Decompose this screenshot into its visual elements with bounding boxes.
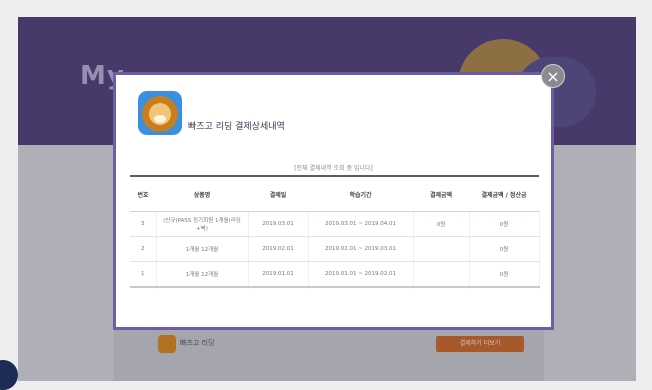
column-header: 번호 [130,175,156,212]
table-row: 1 1개월 12개월 2019.01.01 2019.01.01 ~ 2019.… [130,261,540,288]
table-cell: 1개월 12개월 [156,236,249,262]
table-cell: 1 [130,261,157,288]
table-cell: 2019.03.01 [248,211,309,237]
lion-app-icon [138,91,182,135]
table-header-row: 번호 상품명 결제일 학습기간 결제금액 결제금액 / 정산금 [130,175,539,212]
table-cell: 2019.03.01 ~ 2019.04.01 [308,211,414,237]
period-filter: [전체 결제내역 조회 중 입니다] [294,165,373,172]
column-header: 학습기간 [308,175,413,212]
table-cell: 2019.01.01 ~ 2019.02.01 [308,261,414,288]
table-cell: 0원 [469,211,540,237]
table-cell: 2019.01.01 [248,261,309,288]
corner-decoration [0,360,18,390]
table-cell [413,261,470,288]
table-row: 2 1개월 12개월 2019.02.01 2019.02.01 ~ 2019.… [130,236,540,262]
table-cell: 0원 [413,211,470,237]
column-header: 결제일 [248,175,308,212]
payment-table: 번호 상품명 결제일 학습기간 결제금액 결제금액 / 정산금 3 (신규)PA… [130,175,540,288]
table-row: 3 (신규)PASS 정기회원 1개월(리딩+북) 2019.03.01 201… [130,211,540,237]
table-cell: 2 [130,236,157,262]
table-cell: 0원 [469,261,540,288]
table-cell: 2019.02.01 ~ 2019.03.01 [308,236,414,262]
lion-muzzle [154,115,166,123]
table-cell: 0원 [469,236,540,262]
close-icon[interactable]: × [541,64,565,88]
table-cell: 2019.02.01 [248,236,309,262]
column-header: 결제금액 / 정산금 [469,175,539,212]
table-cell: 3 [130,211,157,237]
payment-detail-modal: 빠즈고 리딩 결제상세내역 [전체 결제내역 조회 중 입니다] 번호 상품명 … [113,72,554,330]
table-cell [413,236,470,262]
column-header: 상품명 [156,175,248,212]
modal-title: 빠즈고 리딩 결제상세내역 [188,122,285,132]
table-cell: (신규)PASS 정기회원 1개월(리딩+북) [156,211,249,237]
table-cell: 1개월 12개월 [156,261,249,288]
column-header: 결제금액 [413,175,469,212]
